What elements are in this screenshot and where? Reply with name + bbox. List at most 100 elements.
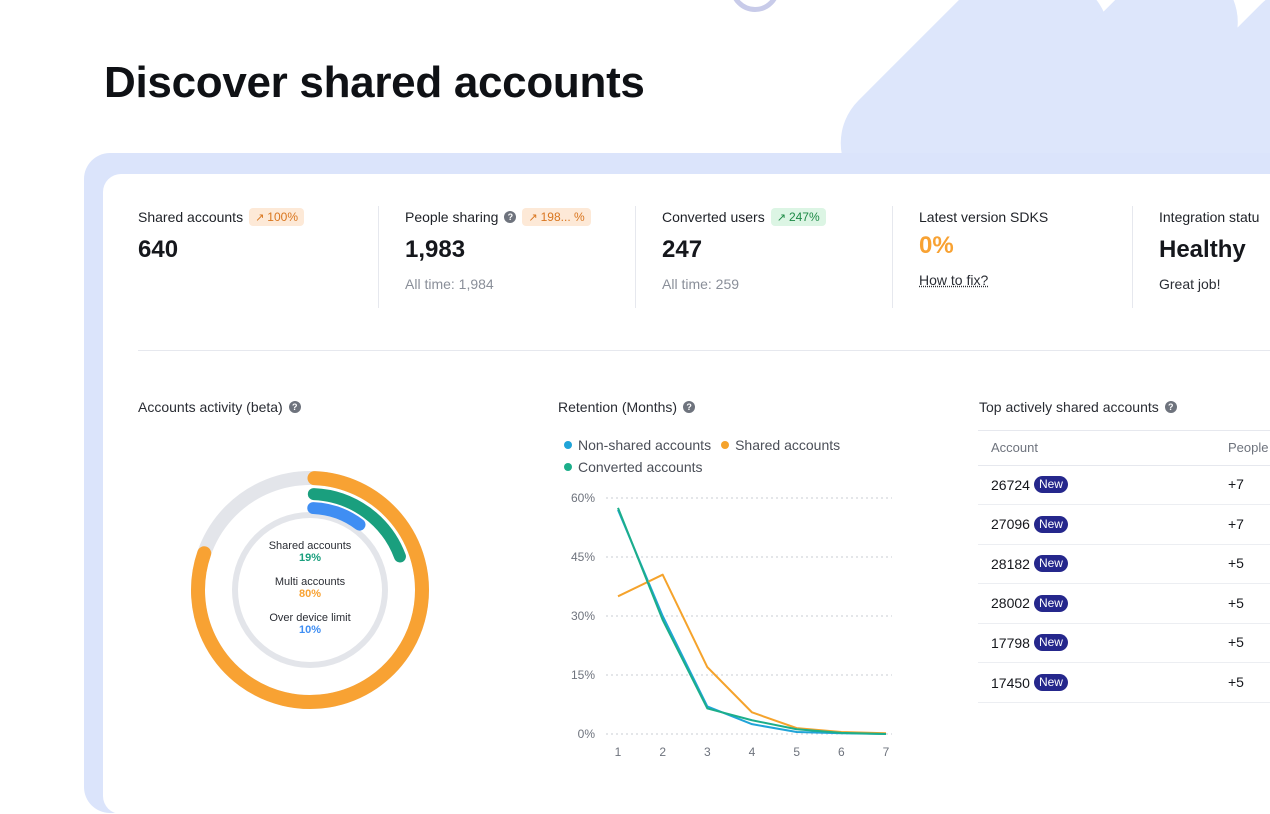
legend-item[interactable]: Converted accounts xyxy=(564,459,703,475)
people-count: +7 xyxy=(1228,476,1244,492)
page-title: Discover shared accounts xyxy=(104,58,645,107)
account-cell: 28182 New xyxy=(991,555,1068,573)
table-row[interactable]: 26724 New +7 xyxy=(978,465,1270,505)
x-tick-label: 7 xyxy=(883,745,890,759)
column-header-account[interactable]: Account xyxy=(991,440,1038,455)
table-row[interactable]: 28002 New +5 xyxy=(978,584,1270,624)
column-header-people[interactable]: People xyxy=(1228,440,1268,455)
series-line xyxy=(617,507,887,735)
account-cell: 17798 New xyxy=(991,634,1068,652)
top-accounts-title-text: Top actively shared accounts xyxy=(979,399,1159,415)
stat-all-time: All time: 1,984 xyxy=(405,276,494,292)
donut-label: Multi accounts xyxy=(274,576,346,588)
x-tick-label: 6 xyxy=(838,745,845,759)
account-cell: 27096 New xyxy=(991,515,1068,533)
legend-dot xyxy=(721,441,730,449)
y-tick-label: 60% xyxy=(571,491,595,505)
retention-legend: Converted accounts xyxy=(564,459,703,475)
trend-badge: ↗ 247% xyxy=(770,208,826,226)
stat-label: Integration statu xyxy=(1159,209,1260,225)
y-tick-label: 45% xyxy=(571,550,595,564)
account-id: 26724 xyxy=(991,476,1030,493)
series-line xyxy=(617,573,887,735)
stat-value: 1,983 xyxy=(405,236,466,263)
retention-title-text: Retention (Months) xyxy=(558,399,678,415)
people-count: +7 xyxy=(1228,515,1244,532)
legend-item[interactable]: Non-shared accounts xyxy=(564,437,711,453)
series-line xyxy=(617,509,887,735)
table-header: Account People xyxy=(978,430,1270,466)
donut-label: Shared accounts xyxy=(268,540,352,552)
legend-label: Converted accounts xyxy=(578,459,703,475)
trend-up-icon: ↗ xyxy=(528,211,538,224)
account-id: 27096 xyxy=(991,516,1030,533)
y-tick-label: 30% xyxy=(571,609,595,623)
x-tick-label: 1 xyxy=(615,745,622,759)
new-badge: New xyxy=(1033,634,1068,652)
donut-value: 19% xyxy=(298,552,322,564)
trend-badge-value: 198... % xyxy=(540,210,585,224)
stat-status-note: Great job! xyxy=(1159,276,1221,292)
account-id: 28002 xyxy=(991,595,1030,612)
retention-legend: Non-shared accounts Shared accounts xyxy=(564,437,840,453)
x-tick-label: 2 xyxy=(659,745,666,759)
people-count: +5 xyxy=(1228,594,1244,611)
account-cell: 28002 New xyxy=(991,594,1068,612)
how-to-fix-link[interactable]: How to fix? xyxy=(919,272,988,288)
people-count: +5 xyxy=(1228,634,1244,651)
account-id: 28182 xyxy=(991,555,1030,572)
trend-badge-value: 100% xyxy=(267,210,298,224)
table-row[interactable]: 28182 New +5 xyxy=(978,544,1270,585)
top-accounts-title: Top actively shared accounts ? xyxy=(979,399,1177,415)
legend-item[interactable]: Shared accounts xyxy=(721,437,840,453)
trend-up-icon: ↗ xyxy=(776,211,786,224)
legend-dot xyxy=(564,463,572,471)
help-icon[interactable]: ? xyxy=(504,211,517,223)
people-count: +5 xyxy=(1228,555,1244,572)
legend-label: Shared accounts xyxy=(735,437,841,453)
account-cell: 17450 New xyxy=(991,674,1068,691)
stat-integration-status: Integration statu Healthy Great job! xyxy=(1159,206,1270,308)
stat-value: 640 xyxy=(138,236,179,263)
help-icon[interactable]: ? xyxy=(1164,401,1177,413)
activity-title: Accounts activity (beta) ? xyxy=(138,399,301,415)
people-count: +5 xyxy=(1228,674,1244,690)
new-badge: New xyxy=(1033,594,1068,612)
stat-value: 247 xyxy=(662,236,703,263)
activity-title-text: Accounts activity (beta) xyxy=(138,399,283,415)
stat-converted-users: Converted users ↗ 247% 247 All time: 259 xyxy=(662,206,893,308)
new-badge: New xyxy=(1033,515,1068,533)
stat-shared-accounts: Shared accounts ↗ 100% 640 xyxy=(138,206,379,308)
new-badge: New xyxy=(1033,674,1068,691)
x-tick-label: 3 xyxy=(704,745,711,759)
stat-people-sharing: People sharing ? ↗ 198... % 1,983 All ti… xyxy=(405,206,636,308)
trend-badge-value: 247% xyxy=(788,210,820,224)
y-tick-label: 15% xyxy=(571,668,595,682)
trend-badge: ↗ 198... % xyxy=(522,208,591,226)
table-row[interactable]: 27096 New +7 xyxy=(978,505,1270,545)
trend-badge: ↗ 100% xyxy=(249,208,304,226)
x-tick-label: 5 xyxy=(793,745,800,759)
stat-all-time: All time: 259 xyxy=(662,276,740,292)
legend-dot xyxy=(564,441,572,449)
trend-up-icon: ↗ xyxy=(255,211,265,224)
section-divider xyxy=(138,350,1270,351)
retention-title: Retention (Months) ? xyxy=(558,399,696,415)
y-tick-label: 0% xyxy=(578,727,596,741)
donut-value: 10% xyxy=(298,624,322,636)
donut-label: Over device limit xyxy=(269,612,351,624)
donut-value: 80% xyxy=(298,588,322,600)
new-badge: New xyxy=(1033,476,1068,493)
stat-label: Latest version SDKS xyxy=(919,209,1049,225)
account-id: 17798 xyxy=(991,634,1030,651)
donut-legend: Shared accounts 19% Multi accounts 80% O… xyxy=(240,540,380,636)
stat-latest-sdk: Latest version SDKS 0% How to fix? xyxy=(919,206,1133,308)
table-row[interactable]: 17450 New +5 xyxy=(978,663,1270,703)
stat-value: 0% xyxy=(919,232,954,259)
account-id: 17450 xyxy=(991,674,1030,691)
table-row[interactable]: 17798 New +5 xyxy=(978,623,1270,664)
new-badge: New xyxy=(1033,555,1068,573)
retention-chart: 0% 15% 30% 45% 60% 1 2 3 4 5 6 7 xyxy=(571,491,892,759)
help-icon[interactable]: ? xyxy=(683,401,696,413)
help-icon[interactable]: ? xyxy=(288,401,301,413)
